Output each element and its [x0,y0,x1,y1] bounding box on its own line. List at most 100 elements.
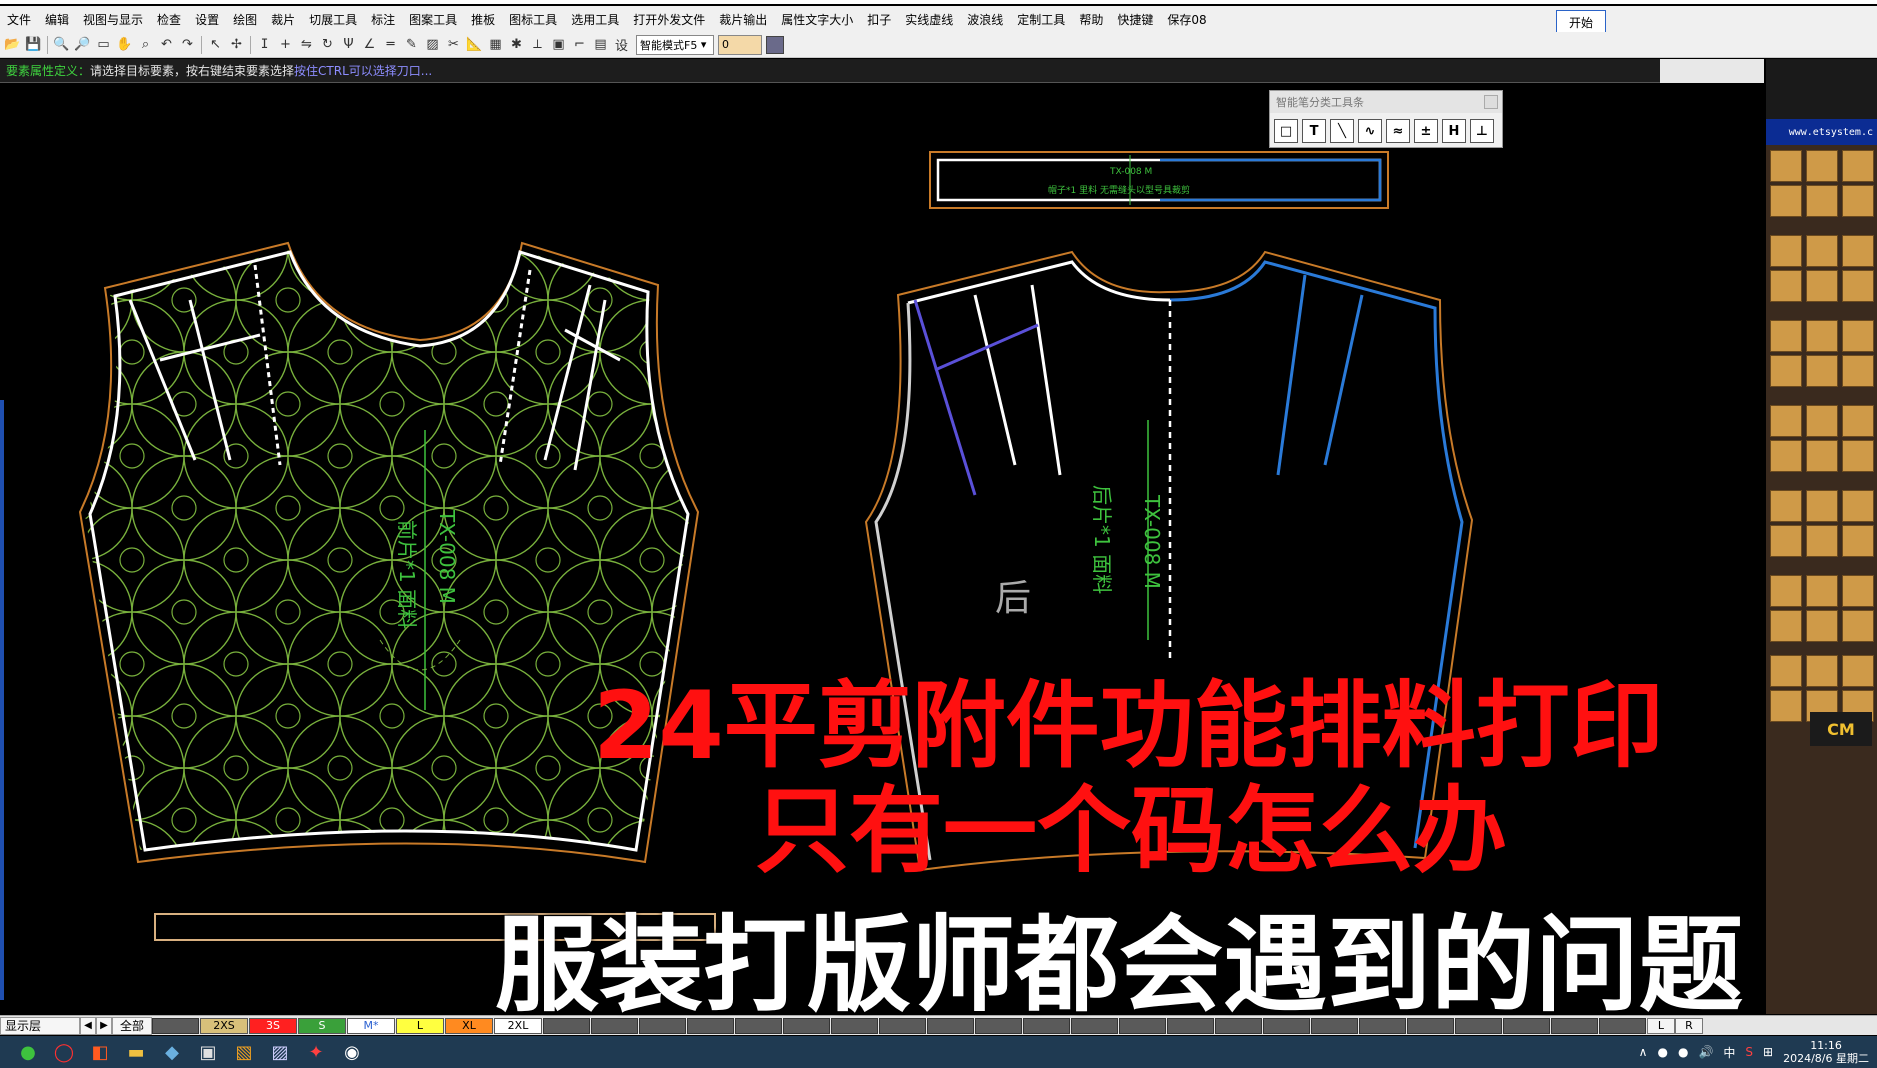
perpendicular-tool[interactable]: ⊥ [1470,119,1494,143]
palette-tool-icon[interactable] [1842,270,1874,302]
fit-screen-icon[interactable]: ▭ [93,34,114,55]
opera-icon[interactable]: ◯ [46,1037,82,1067]
palette-tool-icon[interactable] [1770,490,1802,522]
palette-tool-icon[interactable] [1842,490,1874,522]
palette-tool-icon[interactable] [1770,405,1802,437]
menu-file[interactable]: 文件 [0,11,38,28]
palette-tool-icon[interactable] [1770,270,1802,302]
menu-custom-tools[interactable]: 定制工具 [1010,11,1072,28]
palette-tool-icon[interactable] [1770,690,1802,722]
sogou-icon[interactable]: S [1745,1045,1753,1059]
rectangle-tool[interactable]: □ [1274,119,1298,143]
user-icon[interactable]: ● [1678,1045,1688,1059]
palette-tool-icon[interactable] [1842,525,1874,557]
next-layer-button[interactable]: ▶ [96,1016,112,1035]
palette-tool-icon[interactable] [1770,320,1802,352]
palette-tool-icon[interactable] [1806,490,1838,522]
notch-icon[interactable]: ⌐ [569,34,590,55]
menu-settings[interactable]: 设置 [188,11,226,28]
menu-line-style[interactable]: 实线虚线 [898,11,960,28]
game-icon[interactable]: ✦ [298,1037,334,1067]
hatch-icon[interactable]: ▨ [422,34,443,55]
h-tool[interactable]: H [1442,119,1466,143]
menu-buttons[interactable]: 扣子 [860,11,898,28]
image-icon[interactable]: ▨ [262,1037,298,1067]
office-icon[interactable]: ◧ [82,1037,118,1067]
menu-help[interactable]: 帮助 [1072,11,1110,28]
palette-tool-icon[interactable] [1806,655,1838,687]
menu-slash-spread[interactable]: 切展工具 [302,11,364,28]
palette-tool-icon[interactable] [1770,150,1802,182]
crosshair-icon[interactable]: + [275,34,296,55]
palette-tool-icon[interactable] [1842,575,1874,607]
zoom-window-icon[interactable]: ⌕ [135,34,156,55]
palette-tool-icon[interactable] [1842,655,1874,687]
line-tool[interactable]: ╲ [1330,119,1354,143]
palette-tool-icon[interactable] [1842,185,1874,217]
open-folder-icon[interactable]: 📂 [2,34,23,55]
palette-tool-icon[interactable] [1806,185,1838,217]
menu-annotate[interactable]: 标注 [364,11,402,28]
settings-label[interactable]: 设 [611,34,632,55]
size-s[interactable]: S [298,1017,346,1034]
menu-draw[interactable]: 绘图 [226,11,264,28]
menu-wave-line[interactable]: 波浪线 [960,11,1010,28]
palette-tool-icon[interactable] [1806,270,1838,302]
palette-tool-icon[interactable] [1770,355,1802,387]
move-point-icon[interactable]: ✢ [226,34,247,55]
menu-view[interactable]: 视图与显示 [76,11,150,28]
mirror-icon[interactable]: ⇋ [296,34,317,55]
all-sizes-button[interactable]: 全部 [112,1016,152,1035]
offset-tool[interactable]: ± [1414,119,1438,143]
fork-icon[interactable]: Ψ [338,34,359,55]
menu-shortcuts[interactable]: 快捷键 [1110,11,1160,28]
palette-tool-icon[interactable] [1842,405,1874,437]
volume-icon[interactable]: 🔊 [1698,1045,1713,1059]
menu-text-size[interactable]: 属性文字大小 [774,11,860,28]
palette-tool-icon[interactable] [1770,440,1802,472]
cut-icon[interactable]: ✂ [443,34,464,55]
prev-layer-button[interactable]: ◀ [80,1016,96,1035]
cad-icon[interactable]: ▣ [190,1037,226,1067]
grain-icon[interactable]: ⟂ [527,34,548,55]
palette-tool-icon[interactable] [1806,525,1838,557]
menu-check[interactable]: 检查 [150,11,188,28]
pan-hand-icon[interactable]: ✋ [114,34,135,55]
strip-piece[interactable]: TX-008 M 帽子*1 里料 无需缝头以型号具裁剪 [929,151,1389,209]
app-icon[interactable]: ◆ [154,1037,190,1067]
smooth-curve-tool[interactable]: ≈ [1386,119,1410,143]
size-3s[interactable]: 3S [249,1017,297,1034]
mode-value-input[interactable]: 0 [718,34,762,55]
measure-icon[interactable]: 📐 [464,34,485,55]
menu-select-tools[interactable]: 选用工具 [564,11,626,28]
explorer-icon[interactable]: ▬ [118,1037,154,1067]
zoom-in-icon[interactable]: 🔎 [72,34,93,55]
angle-icon[interactable]: ∠ [359,34,380,55]
size-xl[interactable]: XL [445,1017,493,1034]
menu-grading[interactable]: 推板 [464,11,502,28]
palette-tool-icon[interactable] [1806,355,1838,387]
size-l[interactable]: L [396,1017,444,1034]
menu-pattern-tools[interactable]: 图案工具 [402,11,464,28]
chevron-up-icon[interactable]: ∧ [1639,1045,1648,1059]
palette-tool-icon[interactable] [1770,575,1802,607]
palette-tool-icon[interactable] [1770,235,1802,267]
wechat-icon[interactable]: ● [10,1037,46,1067]
ime-indicator[interactable]: 中 [1723,1044,1735,1061]
undo-icon[interactable]: ↶ [156,34,177,55]
curve-tool[interactable]: ∿ [1358,119,1382,143]
trim-icon[interactable]: ⵊ [254,34,275,55]
size-slot[interactable] [152,1017,199,1034]
menu-edit[interactable]: 编辑 [38,11,76,28]
unit-toggle[interactable]: CM [1810,712,1872,746]
windows-start-icon[interactable] [0,1037,10,1067]
menu-icon-tools[interactable]: 图标工具 [502,11,564,28]
palette-tool-icon[interactable] [1770,655,1802,687]
palette-tool-icon[interactable] [1806,150,1838,182]
palette-tool-icon[interactable] [1842,610,1874,642]
palette-tool-icon[interactable] [1842,440,1874,472]
palette-tool-icon[interactable] [1770,525,1802,557]
size-m[interactable]: M* [347,1017,395,1034]
menu-pieces[interactable]: 裁片 [264,11,302,28]
pencil-icon[interactable]: ✎ [401,34,422,55]
